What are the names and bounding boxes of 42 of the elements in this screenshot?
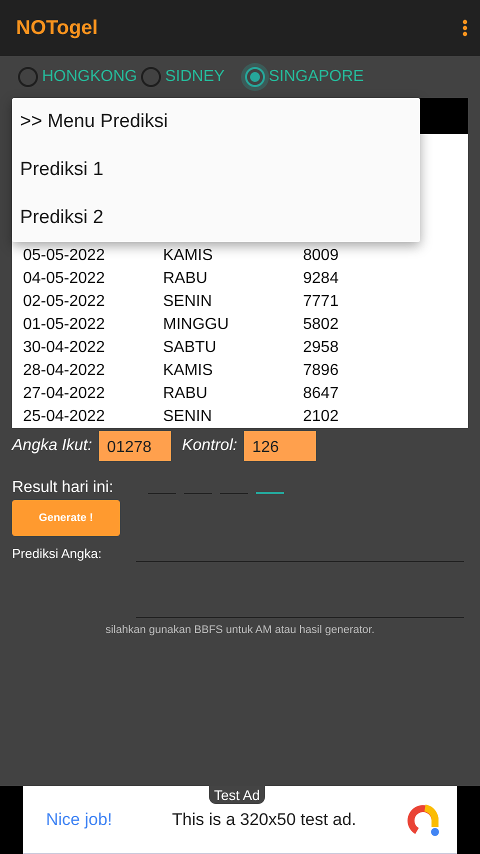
day-cell-text: SENIN	[163, 408, 213, 426]
menu-item[interactable]: Prediksi 2	[12, 194, 420, 242]
hint-text: silahkan gunakan BBFS untuk AM atau hasil generator.	[105, 624, 375, 636]
number-cell-text: 2102	[303, 408, 340, 426]
date-cell-text: 30-04-2022	[23, 338, 106, 356]
ad-headline: Nice job!	[46, 810, 114, 830]
day-cell-text: MINGGU	[163, 316, 230, 334]
field-label: Angka Ikut:	[12, 437, 92, 455]
number-cell-text: 8009	[303, 246, 340, 264]
ad-text: This is a 320x50 test ad.	[172, 810, 358, 830]
ad-badge: Test Ad	[209, 786, 265, 804]
day-cell-text: SABTU	[163, 338, 218, 356]
number-cell-text: 2958	[303, 338, 340, 356]
app-title: NOTogel	[16, 16, 98, 40]
prediction-label: Prediksi Angka:	[12, 545, 103, 563]
number-cell-text: 8647	[303, 384, 340, 402]
date-cell-text: 28-04-2022	[23, 362, 106, 380]
menu-item[interactable]: Prediksi 1	[12, 146, 420, 194]
date-cell-text: 27-04-2022	[23, 384, 106, 402]
number-cell-text: 9284	[303, 270, 340, 288]
number-cell-text: 7896	[303, 362, 340, 380]
day-cell-text: RABU	[163, 384, 208, 402]
date-cell-text: 04-05-2022	[23, 270, 106, 288]
date-cell-text: 01-05-2022	[23, 316, 106, 334]
number-cell-text: 7771	[303, 292, 340, 310]
date-cell-text: 25-04-2022	[23, 408, 106, 426]
result-label: Result hari ini:	[12, 479, 114, 498]
input-field[interactable]: 126	[244, 431, 316, 461]
day-cell-text: KAMIS	[163, 246, 214, 264]
day-cell-text: RABU	[163, 270, 208, 288]
number-cell-text: 5802	[303, 316, 340, 334]
day-cell-text: SENIN	[163, 292, 213, 310]
day-cell-text: KAMIS	[163, 362, 214, 380]
input-field[interactable]: 01278	[99, 431, 172, 461]
date-cell-text: 05-05-2022	[23, 246, 106, 264]
menu-item[interactable]: >> Menu Prediksi	[12, 98, 420, 146]
date-cell-text: 02-05-2022	[23, 292, 106, 310]
market-radio[interactable]: HONGKONG	[18, 67, 138, 87]
market-radio[interactable]: SIDNEY	[141, 67, 225, 87]
ad-logo-icon	[407, 802, 441, 836]
more-menu-icon[interactable]	[462, 19, 468, 37]
field-label: Kontrol:	[182, 437, 238, 455]
